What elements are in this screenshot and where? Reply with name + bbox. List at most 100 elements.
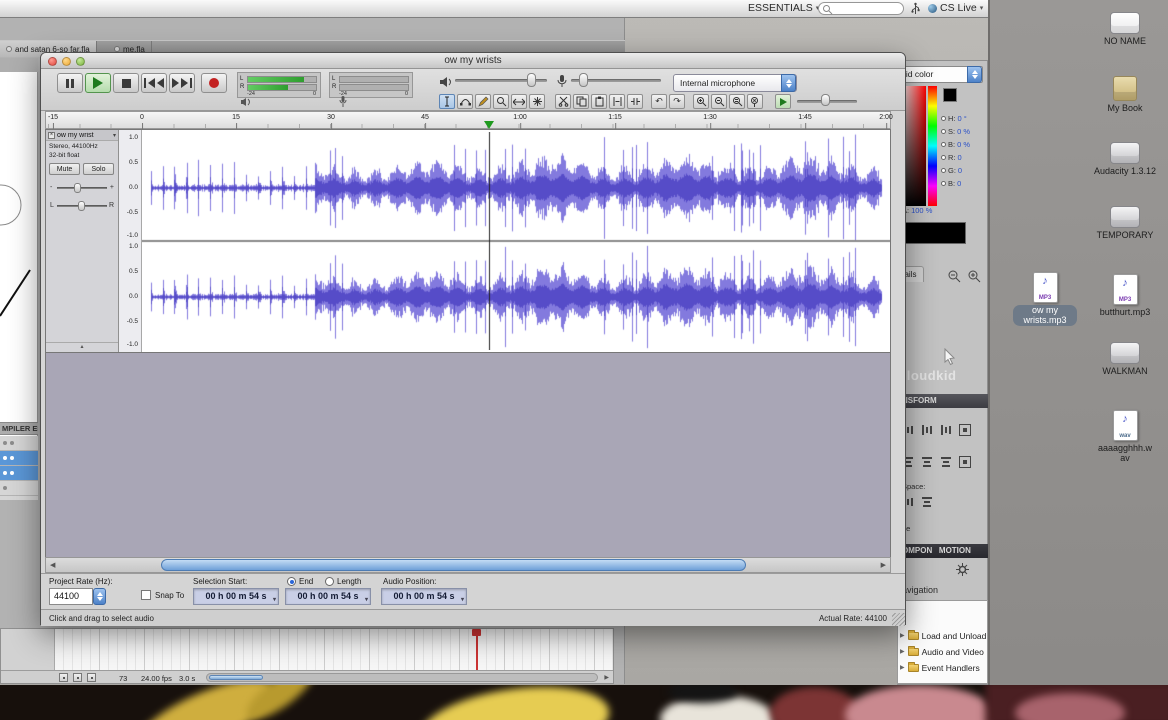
multi-tool-button[interactable] bbox=[529, 94, 545, 109]
scrollbar-thumb[interactable] bbox=[161, 559, 746, 571]
cut-button[interactable] bbox=[555, 94, 571, 109]
slider-thumb[interactable] bbox=[579, 73, 588, 87]
blue-row[interactable]: B: 0 bbox=[941, 177, 961, 189]
red-row[interactable]: R: 0 bbox=[941, 151, 962, 163]
selection-start-field[interactable]: 00 h 00 m 54 s ▾ bbox=[193, 588, 279, 605]
align-middle-icon[interactable] bbox=[921, 456, 933, 468]
zoom-in-button[interactable] bbox=[693, 94, 709, 109]
layer-row-selected[interactable] bbox=[0, 466, 38, 481]
align-right-icon[interactable] bbox=[940, 424, 952, 436]
onion-skin-icon[interactable] bbox=[73, 673, 82, 682]
green-value[interactable]: 0 bbox=[958, 166, 962, 175]
color-swatch[interactable] bbox=[943, 88, 957, 102]
selection-end-field[interactable]: 00 h 00 m 54 s ▾ bbox=[285, 588, 371, 605]
waveform-canvas[interactable] bbox=[142, 132, 890, 350]
fit-selection-button[interactable] bbox=[729, 94, 745, 109]
play-button[interactable] bbox=[85, 73, 111, 93]
skip-to-end-button[interactable] bbox=[169, 73, 195, 93]
gear-icon[interactable] bbox=[955, 562, 970, 577]
transform-panel-header[interactable]: NSFORM bbox=[897, 394, 988, 408]
draw-tool-button[interactable] bbox=[475, 94, 491, 109]
lock-icon[interactable] bbox=[10, 441, 14, 445]
input-volume-slider[interactable] bbox=[571, 73, 661, 87]
match-size-icon[interactable] bbox=[959, 456, 971, 468]
skip-to-start-button[interactable] bbox=[141, 73, 167, 93]
timeline-scrollbar[interactable] bbox=[206, 673, 598, 682]
close-track-icon[interactable]: × bbox=[48, 131, 55, 139]
rate-stepper-icon[interactable] bbox=[93, 588, 106, 605]
envelope-tool-button[interactable] bbox=[457, 94, 473, 109]
flash-stage[interactable] bbox=[0, 58, 38, 440]
hue-slider[interactable] bbox=[928, 86, 937, 206]
lock-icon[interactable] bbox=[10, 456, 14, 460]
visibility-icon[interactable] bbox=[3, 486, 7, 490]
visibility-icon[interactable] bbox=[3, 471, 7, 475]
workspace-switcher[interactable]: ESSENTIALS ▾ bbox=[748, 2, 819, 14]
scroll-left-icon[interactable]: ◀ bbox=[50, 561, 55, 569]
scrollbar-thumb[interactable] bbox=[209, 675, 263, 680]
green-row[interactable]: G: 0 bbox=[941, 164, 962, 176]
slider-thumb[interactable] bbox=[78, 201, 85, 211]
radio-icon[interactable] bbox=[941, 154, 946, 160]
frame-rate[interactable]: 24.00 fps bbox=[141, 674, 172, 683]
trim-audio-button[interactable] bbox=[609, 94, 625, 109]
disclosure-icon[interactable]: ▶ bbox=[900, 632, 905, 639]
desktop-icon-no-name[interactable]: NO NAME bbox=[1093, 12, 1157, 46]
desktop-icon-my-book[interactable]: My Book bbox=[1093, 76, 1157, 113]
alpha-row[interactable]: A:100 % bbox=[902, 204, 932, 216]
undo-button[interactable]: ↶ bbox=[651, 94, 667, 109]
space-evenly-v-icon[interactable] bbox=[921, 496, 933, 508]
tree-item-load-unload[interactable]: ▶ Load and Unload bbox=[900, 629, 986, 642]
horizontal-scrollbar[interactable]: ◀ ▶ bbox=[45, 557, 891, 573]
recording-meter[interactable]: L R -24 0 bbox=[329, 72, 413, 98]
desktop-icon-aaaagghhh[interactable]: ♪ wav aaaagghhh.wav bbox=[1096, 410, 1154, 464]
timeline-ruler[interactable]: -15 0 15 30 45 1:00 1:15 1:30 1:45 2:00 bbox=[45, 111, 893, 129]
pan-slider[interactable]: L R bbox=[48, 200, 116, 213]
align-bottom-icon[interactable] bbox=[940, 456, 952, 468]
end-radio[interactable] bbox=[287, 577, 296, 586]
project-rate-value[interactable]: 44100 bbox=[49, 588, 93, 605]
window-title-bar[interactable]: ow my wrists bbox=[41, 53, 905, 69]
selection-tool-button[interactable] bbox=[439, 94, 455, 109]
empty-track-area[interactable] bbox=[45, 353, 891, 557]
radio-icon[interactable] bbox=[941, 180, 946, 186]
paste-button[interactable] bbox=[591, 94, 607, 109]
radio-icon[interactable] bbox=[941, 167, 946, 173]
track-menu-icon[interactable]: ▾ bbox=[113, 132, 116, 139]
layer-row[interactable] bbox=[0, 481, 38, 496]
zoom-out-button[interactable] bbox=[711, 94, 727, 109]
time-shift-tool-button[interactable] bbox=[511, 94, 527, 109]
layer-row-selected[interactable] bbox=[0, 451, 38, 466]
record-button[interactable] bbox=[201, 73, 227, 93]
desktop-icon-temporary[interactable]: TEMPORARY bbox=[1093, 206, 1157, 240]
vertical-ruler[interactable]: 1.0 0.5 0.0 -0.5 -1.0 1.0 0.5 0.0 -0.5 -… bbox=[119, 130, 142, 352]
collapse-track-button[interactable]: ▴ bbox=[46, 342, 118, 352]
bri-value[interactable]: 0 % bbox=[957, 140, 970, 149]
radio-icon[interactable] bbox=[941, 115, 946, 121]
compiler-errors-panel-header[interactable]: MPILER ER bbox=[0, 422, 38, 435]
disclosure-icon[interactable]: ▶ bbox=[900, 664, 905, 671]
resize-grip[interactable] bbox=[892, 613, 905, 626]
radio-icon[interactable] bbox=[941, 141, 946, 147]
zoom-in-icon[interactable] bbox=[967, 269, 982, 284]
scroll-right-icon[interactable]: ▶ bbox=[881, 561, 886, 569]
playback-meter[interactable]: L R -24 0 bbox=[237, 72, 321, 98]
radio-icon[interactable] bbox=[941, 128, 946, 134]
scroll-right-icon[interactable]: ▶ bbox=[604, 674, 609, 681]
snap-to-checkbox[interactable] bbox=[141, 590, 151, 600]
blue-value[interactable]: 0 bbox=[957, 179, 961, 188]
layer-row[interactable] bbox=[0, 436, 38, 451]
timeline-frames-grid[interactable] bbox=[55, 629, 613, 670]
color-type-dropdown[interactable]: lid color bbox=[899, 66, 983, 83]
to-stage-icon[interactable] bbox=[959, 424, 971, 436]
motion-tab-label[interactable]: MOTION bbox=[939, 546, 971, 555]
speaker-mini-icon[interactable] bbox=[241, 97, 252, 107]
pause-button[interactable] bbox=[57, 73, 83, 93]
length-radio[interactable] bbox=[325, 577, 334, 586]
visibility-icon[interactable] bbox=[3, 441, 7, 445]
sat-row[interactable]: S: 0 % bbox=[941, 125, 970, 137]
zoom-out-icon[interactable] bbox=[947, 269, 962, 284]
output-volume-slider[interactable] bbox=[455, 73, 547, 87]
onion-outline-icon[interactable] bbox=[87, 673, 96, 682]
audio-position-field[interactable]: 00 h 00 m 54 s ▾ bbox=[381, 588, 467, 605]
